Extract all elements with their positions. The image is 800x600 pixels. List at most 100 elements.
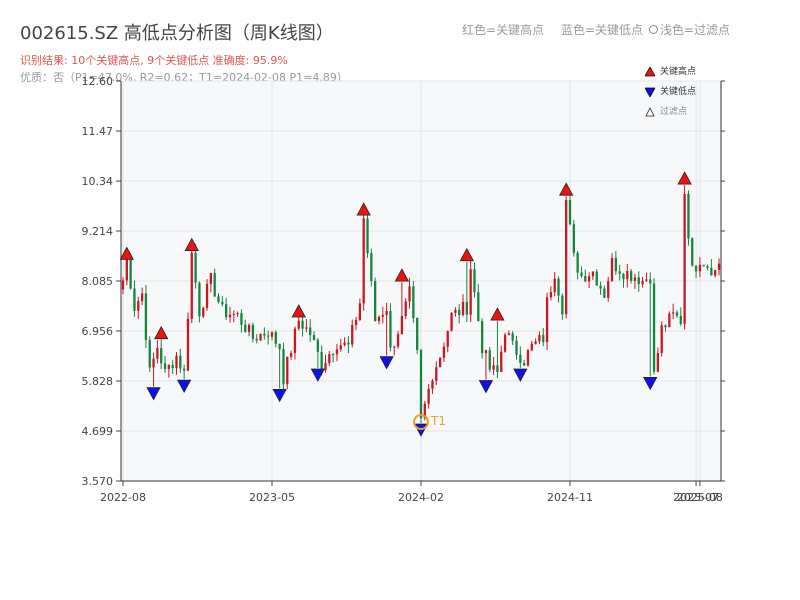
candle-body xyxy=(351,324,354,345)
candle-body xyxy=(687,193,690,239)
candle-body xyxy=(419,350,423,419)
candle-body xyxy=(320,351,323,371)
candle-body xyxy=(156,348,159,359)
candle-body xyxy=(603,288,606,298)
candle-body xyxy=(182,368,186,371)
candle-body xyxy=(255,338,258,341)
candle-body xyxy=(675,312,679,316)
candle-body xyxy=(335,349,339,355)
candle-body xyxy=(565,200,568,315)
candle-body xyxy=(354,319,358,325)
candle-body xyxy=(125,257,128,281)
candle-body xyxy=(160,348,163,364)
blue-triangle-down-icon xyxy=(645,87,655,97)
candle-body xyxy=(679,315,682,324)
candle-body xyxy=(645,279,648,281)
candle-body xyxy=(614,258,617,272)
candle-body xyxy=(289,353,293,357)
y-tick-label: 6.956 xyxy=(82,325,114,338)
candle-body xyxy=(629,271,633,281)
y-tick-label: 8.085 xyxy=(82,275,114,288)
candle-body xyxy=(576,252,579,273)
candle-body xyxy=(163,363,167,369)
legend-filtered-label: 过滤点 xyxy=(660,107,688,117)
candle-body xyxy=(374,280,377,321)
candle-body xyxy=(446,330,449,347)
candle-body xyxy=(553,278,556,293)
candle-body xyxy=(538,335,541,342)
candle-body xyxy=(519,354,522,364)
candle-body xyxy=(186,318,190,371)
x-tick-label: 2023-05 xyxy=(249,491,295,504)
candle-body xyxy=(366,218,369,254)
candle-body xyxy=(213,273,216,297)
candle-body xyxy=(557,278,560,296)
candle-body xyxy=(385,310,388,316)
legend-high-label: 关键高点 xyxy=(660,67,697,77)
candle-body xyxy=(221,301,224,305)
candle-body xyxy=(244,324,247,332)
candle-body xyxy=(217,296,220,302)
candle-body xyxy=(545,297,549,343)
candle-body xyxy=(450,312,453,331)
candle-body xyxy=(442,346,446,358)
candle-body xyxy=(427,388,430,404)
candle-body xyxy=(496,365,499,373)
candle-body xyxy=(236,313,239,315)
candle-body xyxy=(370,253,373,281)
candle-body xyxy=(232,313,235,315)
candle-body xyxy=(492,365,495,370)
candle-body xyxy=(702,264,705,267)
candle-body xyxy=(331,354,335,356)
candle-body xyxy=(404,301,407,317)
candle-body xyxy=(618,271,621,274)
candle-body xyxy=(209,273,213,284)
candle-body xyxy=(259,333,262,341)
x-tick-label: 2022-08 xyxy=(100,491,146,504)
y-tick-label: 3.570 xyxy=(82,475,114,488)
candle-body xyxy=(637,277,640,285)
candle-body xyxy=(148,340,151,368)
candle-body xyxy=(542,335,545,343)
candle-body xyxy=(377,316,381,321)
candle-body xyxy=(465,302,468,315)
candle-body xyxy=(389,310,392,348)
candle-body xyxy=(664,325,667,328)
candle-body xyxy=(144,293,148,341)
candle-body xyxy=(626,271,629,280)
candle-body xyxy=(591,271,595,277)
candle-body xyxy=(698,264,702,272)
y-tick-label: 5.828 xyxy=(82,375,114,388)
candle-body xyxy=(488,350,491,370)
candle-body xyxy=(274,332,277,344)
candle-body xyxy=(121,280,125,290)
candle-body xyxy=(714,269,717,276)
candle-body xyxy=(251,324,255,339)
candle-body xyxy=(572,224,575,253)
candle-body xyxy=(270,332,274,337)
candle-body xyxy=(225,304,228,318)
candle-body xyxy=(152,358,155,368)
candle-body xyxy=(530,343,533,351)
candle-body xyxy=(607,281,610,298)
y-tick-label: 12.60 xyxy=(82,75,114,88)
candle-body xyxy=(194,252,197,283)
candle-body xyxy=(587,276,591,282)
x-tick-label: 2025-08 xyxy=(677,491,723,504)
y-tick-label: 9.214 xyxy=(82,225,114,238)
candle-body xyxy=(438,357,442,368)
candle-body xyxy=(534,341,537,344)
candle-body xyxy=(633,277,637,281)
candle-body xyxy=(133,288,136,311)
candle-body xyxy=(393,346,396,348)
candle-body xyxy=(580,272,583,276)
candle-body xyxy=(584,275,587,282)
candle-body xyxy=(454,309,457,313)
candle-body xyxy=(431,380,434,389)
candle-body xyxy=(305,327,308,329)
candle-body xyxy=(362,218,365,304)
candle-body xyxy=(400,316,404,335)
candle-body xyxy=(412,286,415,319)
candle-body xyxy=(435,367,438,381)
candle-body xyxy=(309,327,312,336)
